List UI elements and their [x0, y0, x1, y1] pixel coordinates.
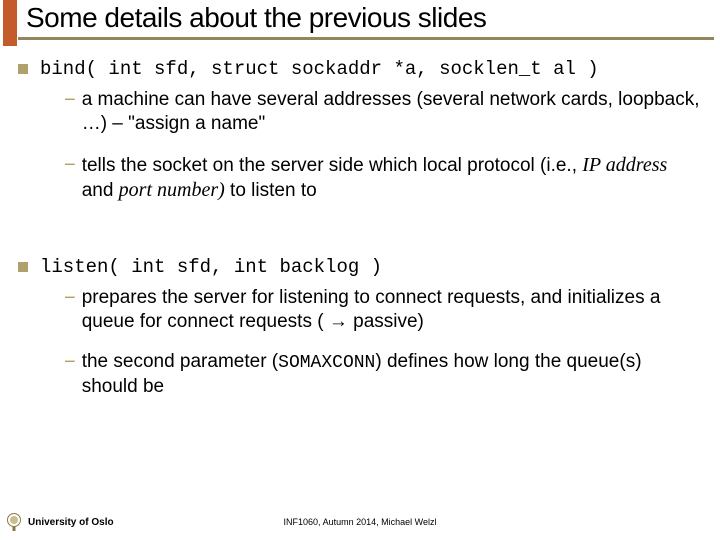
sub-text: a machine can have several addresses (se… [82, 88, 702, 137]
sub-text: the second parameter (SOMAXCONN) defines… [82, 350, 702, 399]
footer: University of Oslo INF1060, Autumn 2014,… [0, 512, 720, 532]
bullet-square-icon [18, 262, 28, 272]
text-run: passive) [348, 311, 424, 332]
slide: Some details about the previous slides b… [0, 0, 720, 540]
sub-item: − the second parameter (SOMAXCONN) defin… [64, 350, 702, 399]
sub-item: − prepares the server for listening to c… [64, 286, 702, 335]
sub-text: tells the socket on the server side whic… [82, 153, 702, 204]
university-name: University of Oslo [28, 517, 114, 528]
italic-term: IP address [582, 154, 667, 176]
footer-center-text: INF1060, Autumn 2014, Michael Welzl [284, 517, 437, 527]
sub-text: prepares the server for listening to con… [82, 286, 702, 335]
code-signature: listen( int sfd, int backlog ) [40, 256, 382, 278]
text-run: the second parameter ( [82, 351, 278, 372]
mono-constant: SOMAXCONN [278, 353, 375, 373]
italic-term: port number) [119, 179, 225, 201]
text-run: and [82, 180, 119, 201]
dash-icon: − [64, 88, 76, 112]
text-run: to listen to [225, 180, 317, 201]
arrow-icon: → [329, 311, 348, 332]
sub-list: − prepares the server for listening to c… [18, 286, 702, 400]
bullet-item: listen( int sfd, int backlog ) [18, 256, 702, 278]
text-run: a machine can have several addresses (se… [82, 89, 700, 134]
title-accent-bar [3, 0, 17, 46]
sub-item: − tells the socket on the server side wh… [64, 153, 702, 204]
slide-title: Some details about the previous slides [18, 0, 720, 36]
dash-icon: − [64, 286, 76, 310]
sub-item: − a machine can have several addresses (… [64, 88, 702, 137]
bullet-item: bind( int sfd, struct sockaddr *a, sockl… [18, 58, 702, 80]
content-area: bind( int sfd, struct sockaddr *a, sockl… [0, 40, 720, 400]
bullet-square-icon [18, 64, 28, 74]
spacer [18, 220, 702, 256]
dash-icon: − [64, 350, 76, 374]
dash-icon: − [64, 153, 76, 177]
sub-list: − a machine can have several addresses (… [18, 88, 702, 204]
university-seal-icon [6, 512, 22, 532]
title-area: Some details about the previous slides [0, 0, 720, 36]
text-run: tells the socket on the server side whic… [82, 155, 583, 176]
code-signature: bind( int sfd, struct sockaddr *a, sockl… [40, 58, 599, 80]
